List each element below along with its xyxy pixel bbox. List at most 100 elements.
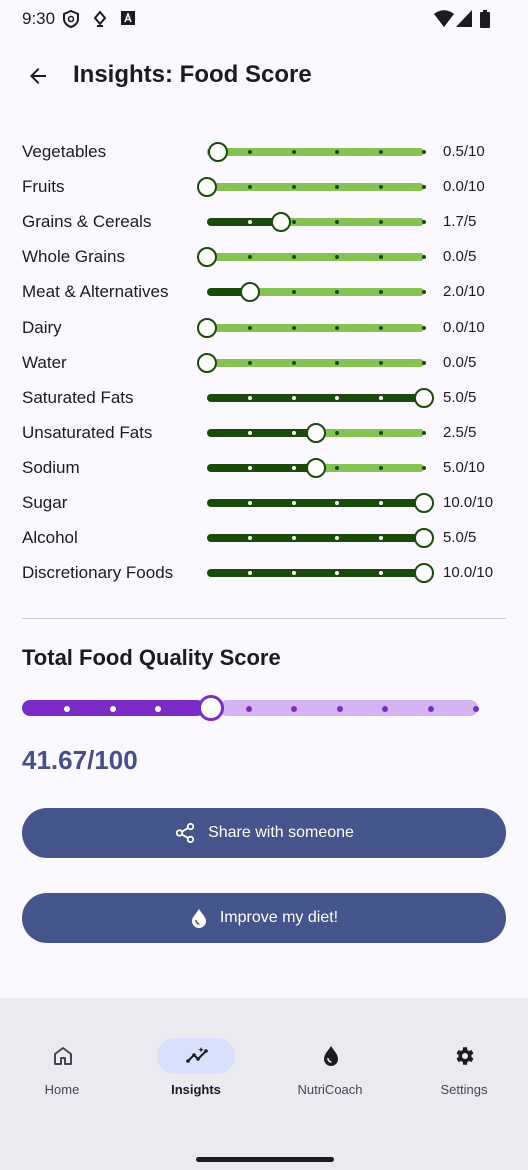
divider [22, 618, 506, 619]
category-value: 5.0/5 [443, 388, 477, 406]
category-label: Unsaturated Fats [22, 422, 153, 442]
slider-tick [378, 325, 383, 330]
nav-label-home: Home [44, 1082, 80, 1097]
category-label: Grains & Cereals [22, 212, 152, 232]
slider-tick [291, 571, 296, 576]
slider-tick [422, 430, 426, 435]
slider-active-track [207, 428, 312, 437]
total-slider-tick [246, 706, 252, 712]
slider-thumb[interactable] [240, 282, 261, 303]
category-label: Alcohol [22, 528, 78, 548]
category-slider[interactable] [207, 563, 434, 584]
slider-thumb[interactable] [305, 422, 326, 443]
home-icon [54, 1047, 72, 1065]
status-time: 9:30 [22, 9, 56, 28]
signal-icon [456, 10, 472, 27]
total-score-title: Total Food Quality Score [22, 645, 281, 670]
category-value: 0.0/10 [443, 318, 485, 336]
category-slider[interactable] [207, 212, 426, 233]
slider-thumb[interactable] [414, 528, 434, 549]
share-icon [175, 822, 195, 844]
total-slider-tick [109, 706, 116, 712]
total-score-slider[interactable] [22, 695, 479, 721]
nav-item-nutricoach[interactable]: NutriCoach [264, 1036, 396, 1106]
category-row: Unsaturated Fats 2.5/5 [0, 415, 528, 450]
nav-item-settings[interactable]: Settings [398, 1036, 528, 1106]
category-slider[interactable] [207, 528, 434, 549]
category-slider[interactable] [197, 317, 426, 338]
total-inactive-track [219, 700, 478, 716]
top-app-bar: Insights: Food Score [0, 44, 528, 108]
category-row: Alcohol 5.0/5 [0, 520, 528, 555]
total-score-value: 41.67/100 [22, 745, 138, 775]
slider-thumb[interactable] [270, 212, 291, 233]
bottom-navigation: Home Insights NutriCoach Settings [0, 998, 528, 1170]
category-row: Fruits 0.0/10 [0, 169, 528, 204]
slider-thumb[interactable] [414, 563, 434, 584]
slider-tick [291, 465, 296, 470]
slider-tick [291, 360, 296, 365]
category-row: Sodium 5.0/10 [0, 450, 528, 485]
nav-item-home[interactable]: Home [0, 1036, 128, 1106]
slider-tick [378, 571, 383, 576]
category-slider[interactable] [207, 493, 434, 513]
slider-thumb[interactable] [197, 317, 217, 338]
slider-active-track [207, 499, 420, 507]
category-value: 0.0/5 [443, 353, 477, 371]
category-slider[interactable] [207, 282, 426, 303]
slider-thumb[interactable] [207, 142, 228, 162]
slider-tick [291, 430, 296, 435]
slider-tick [422, 465, 426, 470]
slider-active-track [207, 534, 420, 543]
slider-tick [378, 150, 383, 154]
total-slider-tick [427, 706, 434, 712]
page-title: Insights: Food Score [73, 61, 312, 88]
slider-inactive-track [286, 218, 424, 227]
category-slider[interactable] [197, 352, 426, 373]
share-button[interactable]: Share with someone [22, 808, 506, 858]
improve-diet-button[interactable]: Improve my diet! [22, 893, 506, 943]
slider-tick [291, 325, 296, 330]
shield-icon [63, 10, 79, 28]
improve-diet-label: Improve my diet! [219, 909, 339, 926]
total-slider-thumb[interactable] [198, 695, 225, 721]
category-row: Whole Grains 0.0/5 [0, 239, 528, 274]
category-slider[interactable] [207, 387, 434, 408]
slider-tick [378, 536, 383, 541]
gesture-home-indicator [196, 1157, 334, 1162]
share-button-label: Share with someone [208, 824, 354, 841]
slider-thumb[interactable] [197, 177, 217, 198]
back-button[interactable] [18, 56, 58, 96]
category-slider[interactable] [207, 142, 426, 162]
category-label: Water [22, 352, 67, 372]
nav-label-insights: Insights [171, 1082, 221, 1097]
slider-active-track [207, 393, 420, 402]
category-slider[interactable] [207, 457, 426, 478]
slider-tick [422, 150, 426, 154]
nav-item-insights[interactable]: Insights [130, 1036, 262, 1106]
slider-tick [291, 185, 296, 190]
slider-thumb[interactable] [305, 457, 326, 478]
app-notification-icon [121, 11, 135, 25]
slider-thumb[interactable] [414, 387, 434, 408]
status-bar: 9:30 [0, 0, 528, 40]
slider-tick [335, 360, 340, 365]
slider-inactive-track [213, 358, 424, 367]
slider-tick [378, 255, 383, 260]
category-slider[interactable] [207, 422, 426, 443]
slider-tick [378, 501, 383, 505]
category-slider[interactable] [197, 247, 426, 268]
category-row: Sugar 10.0/10 [0, 485, 528, 520]
category-slider[interactable] [197, 177, 426, 198]
slider-active-track [207, 569, 420, 578]
category-value: 5.0/10 [443, 458, 485, 476]
slider-thumb[interactable] [197, 352, 217, 373]
slider-thumb[interactable] [414, 493, 434, 513]
category-label: Sugar [22, 493, 68, 512]
slider-thumb[interactable] [197, 247, 217, 268]
category-row: Discretionary Foods 10.0/10 [0, 555, 528, 590]
slider-tick [378, 465, 383, 470]
slider-tick [378, 395, 383, 400]
category-label: Discretionary Foods [22, 563, 174, 583]
slider-tick [378, 430, 383, 435]
